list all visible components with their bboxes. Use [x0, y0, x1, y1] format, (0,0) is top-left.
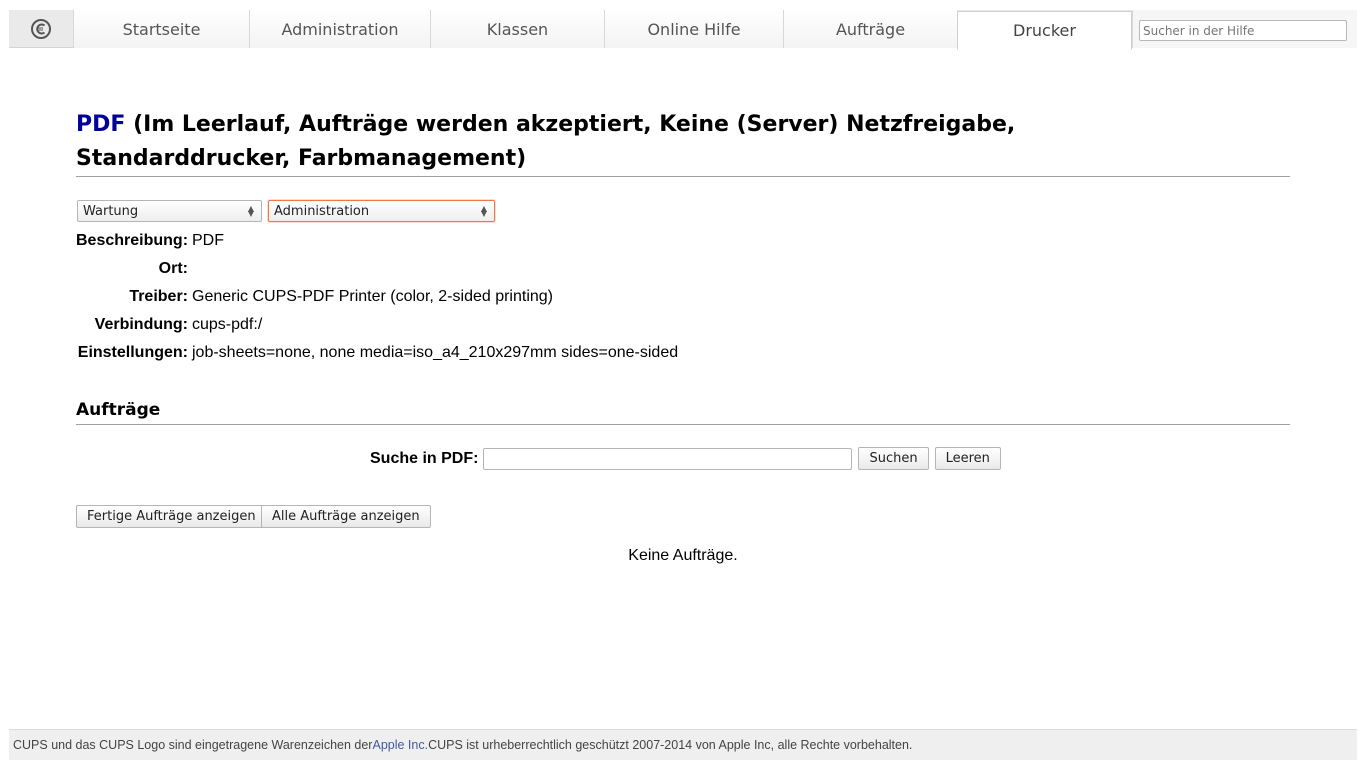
- detail-row-description: Beschreibung: PDF: [76, 227, 678, 255]
- show-all-jobs-button[interactable]: Alle Aufträge anzeigen: [261, 505, 431, 528]
- printer-status: (Im Leerlauf, Aufträge werden akzeptiert…: [76, 112, 1016, 171]
- maintenance-select-value: Wartung: [83, 203, 139, 219]
- apple-link[interactable]: Apple Inc.: [372, 738, 428, 752]
- detail-value: cups-pdf:/: [192, 316, 263, 333]
- select-arrows-icon: ▲ ▼: [480, 204, 487, 218]
- select-arrows-icon: ▲ ▼: [247, 204, 254, 218]
- detail-label: Treiber:: [129, 288, 188, 305]
- page-title: PDF (Im Leerlauf, Aufträge werden akzept…: [76, 108, 1176, 176]
- title-divider: [76, 176, 1290, 177]
- tab-auftraege[interactable]: Aufträge: [783, 10, 957, 48]
- top-nav: Startseite Administration Klassen Online…: [9, 10, 1357, 50]
- footer-text-after: CUPS ist urheberrechtlich geschützt 2007…: [428, 738, 913, 752]
- jobs-search-label: Suche in PDF:: [370, 449, 479, 467]
- administration-select[interactable]: Administration ▲ ▼: [268, 200, 495, 222]
- detail-value: job-sheets=none, none media=iso_a4_210x2…: [192, 344, 679, 361]
- printer-name-link[interactable]: PDF: [76, 112, 125, 137]
- search-button[interactable]: Suchen: [858, 447, 929, 470]
- help-search-input[interactable]: [1139, 20, 1347, 41]
- detail-value: Generic CUPS-PDF Printer (color, 2-sided…: [192, 288, 554, 305]
- jobs-search-row: Suche in PDF: Suchen Leeren: [370, 447, 1001, 470]
- detail-value: PDF: [192, 232, 224, 249]
- no-jobs-message: Keine Aufträge.: [628, 547, 738, 564]
- tab-startseite[interactable]: Startseite: [73, 10, 249, 48]
- detail-label: Verbindung:: [94, 316, 188, 333]
- detail-row-location: Ort:: [76, 255, 678, 283]
- footer: CUPS und das CUPS Logo sind eingetragene…: [9, 729, 1357, 760]
- detail-row-connection: Verbindung: cups-pdf:/: [76, 311, 678, 339]
- tab-drucker[interactable]: Drucker: [957, 11, 1132, 50]
- administration-select-value: Administration: [274, 203, 370, 219]
- detail-label: Beschreibung:: [76, 232, 189, 249]
- show-completed-jobs-button[interactable]: Fertige Aufträge anzeigen: [76, 505, 267, 528]
- jobs-section-title: Aufträge: [76, 400, 161, 420]
- tab-klassen[interactable]: Klassen: [430, 10, 604, 48]
- detail-row-driver: Treiber: Generic CUPS-PDF Printer (color…: [76, 283, 678, 311]
- detail-label: Ort:: [158, 260, 188, 277]
- cups-logo-icon[interactable]: [9, 10, 73, 48]
- maintenance-select[interactable]: Wartung ▲ ▼: [77, 200, 262, 222]
- footer-text-before: CUPS und das CUPS Logo sind eingetragene…: [13, 738, 373, 752]
- detail-row-settings: Einstellungen: job-sheets=none, none med…: [76, 339, 678, 367]
- jobs-divider: [76, 424, 1290, 425]
- tab-administration[interactable]: Administration: [249, 10, 430, 48]
- printer-details: Beschreibung: PDF Ort: Treiber: Generic …: [76, 227, 678, 367]
- tab-online-hilfe[interactable]: Online Hilfe: [604, 10, 783, 48]
- jobs-search-input[interactable]: [483, 447, 853, 470]
- detail-label: Einstellungen:: [77, 344, 188, 361]
- clear-button[interactable]: Leeren: [934, 447, 1001, 470]
